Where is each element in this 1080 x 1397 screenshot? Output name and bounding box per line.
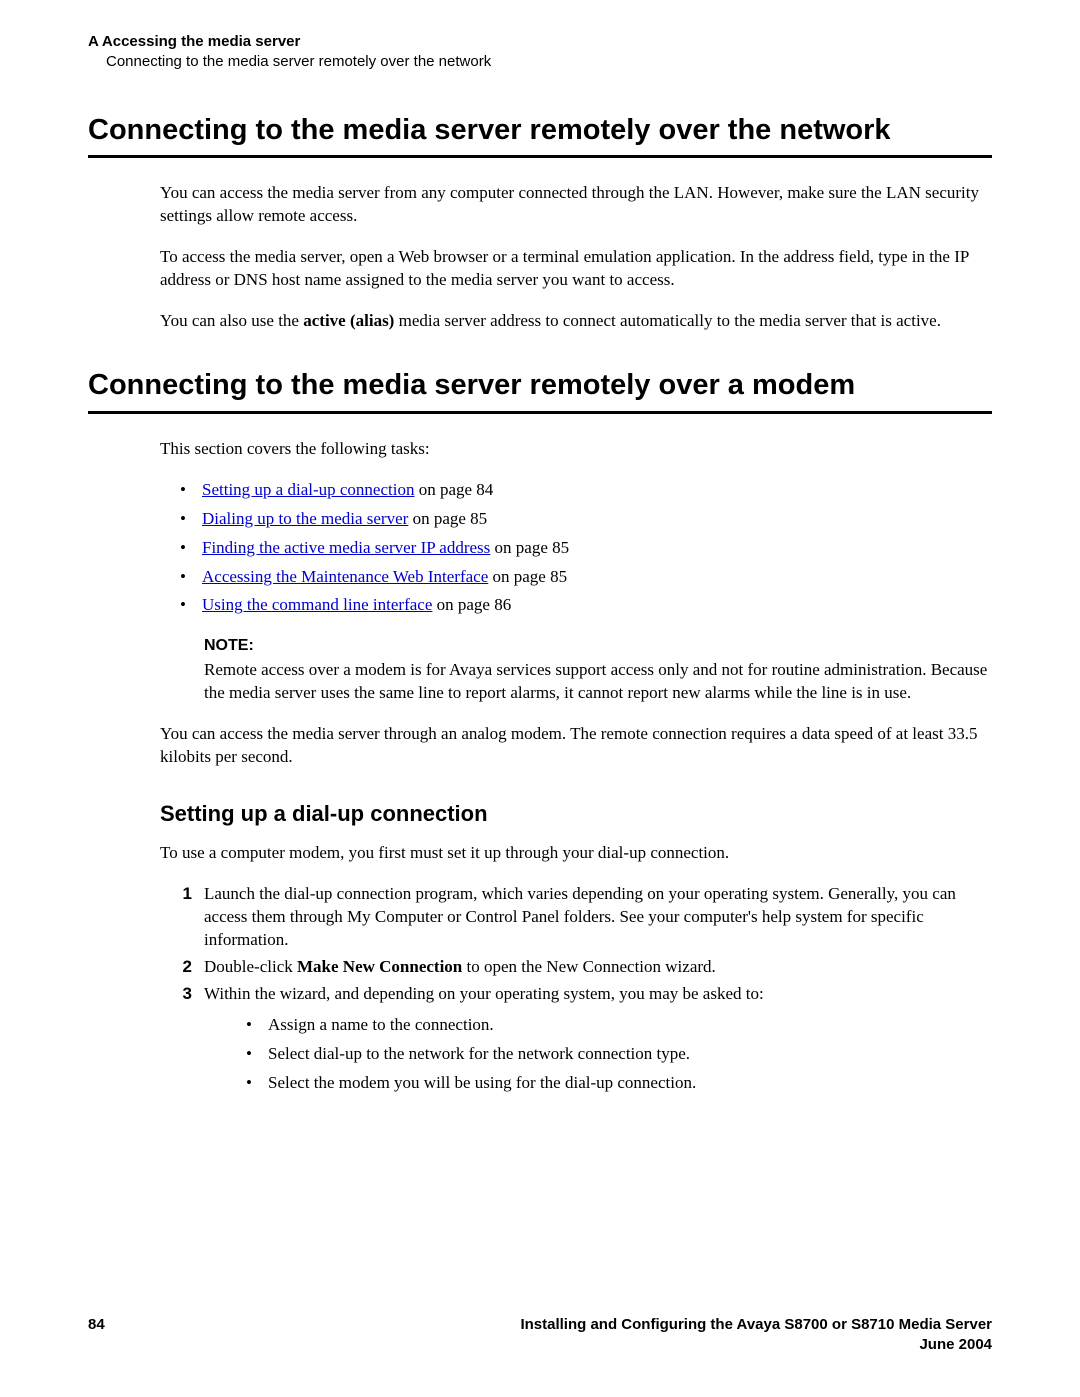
note-text: Remote access over a modem is for Avaya … <box>204 659 992 705</box>
step-number: 3 <box>160 983 204 1101</box>
footer-doc-title: Installing and Configuring the Avaya S87… <box>520 1315 992 1335</box>
list-item: Setting up a dial-up connection on page … <box>160 479 992 502</box>
section-heading-modem: Connecting to the media server remotely … <box>88 368 992 403</box>
paragraph: To use a computer modem, you first must … <box>160 842 992 865</box>
step: 2 Double-click Make New Connection to op… <box>160 956 992 979</box>
page-footer: 84 Installing and Configuring the Avaya … <box>88 1315 992 1356</box>
step-text: Within the wizard, and depending on your… <box>204 983 992 1101</box>
sub-bullet-list: Assign a name to the connection. Select … <box>204 1014 992 1095</box>
step: 3 Within the wizard, and depending on yo… <box>160 983 992 1101</box>
list-item: Select the modem you will be using for t… <box>204 1072 992 1095</box>
list-item: Using the command line interface on page… <box>160 594 992 617</box>
note-block: NOTE: Remote access over a modem is for … <box>204 635 992 704</box>
step-number: 1 <box>160 883 204 952</box>
list-item: Dialing up to the media server on page 8… <box>160 508 992 531</box>
xref-link[interactable]: Setting up a dial-up connection <box>202 480 414 499</box>
running-header: A Accessing the media server Connecting … <box>88 32 992 73</box>
page-number: 84 <box>88 1315 105 1356</box>
xref-link[interactable]: Using the command line interface <box>202 595 432 614</box>
footer-date: June 2004 <box>520 1335 992 1355</box>
section-body-modem: This section covers the following tasks:… <box>160 438 992 1101</box>
paragraph: You can access the media server from any… <box>160 182 992 228</box>
header-appendix-letter: A <box>88 33 98 50</box>
subsection-heading-dialup: Setting up a dial-up connection <box>160 799 992 829</box>
xref-link[interactable]: Dialing up to the media server <box>202 509 408 528</box>
header-chapter-title: Accessing the media server <box>102 33 300 50</box>
header-subtitle: Connecting to the media server remotely … <box>88 52 992 72</box>
list-item: Assign a name to the connection. <box>204 1014 992 1037</box>
page: A Accessing the media server Connecting … <box>0 0 1080 1397</box>
paragraph: You can access the media server through … <box>160 723 992 769</box>
note-label: NOTE: <box>204 635 992 657</box>
list-item: Finding the active media server IP addre… <box>160 537 992 560</box>
step-text: Launch the dial-up connection program, w… <box>204 883 992 952</box>
section-heading-network: Connecting to the media server remotely … <box>88 113 992 148</box>
numbered-steps: 1 Launch the dial-up connection program,… <box>160 883 992 1101</box>
xref-link[interactable]: Finding the active media server IP addre… <box>202 538 490 557</box>
step-number: 2 <box>160 956 204 979</box>
paragraph: This section covers the following tasks: <box>160 438 992 461</box>
xref-link[interactable]: Accessing the Maintenance Web Interface <box>202 567 488 586</box>
paragraph: To access the media server, open a Web b… <box>160 246 992 292</box>
step: 1 Launch the dial-up connection program,… <box>160 883 992 952</box>
paragraph: You can also use the active (alias) medi… <box>160 310 992 333</box>
list-item: Accessing the Maintenance Web Interface … <box>160 566 992 589</box>
list-item: Select dial-up to the network for the ne… <box>204 1043 992 1066</box>
step-text: Double-click Make New Connection to open… <box>204 956 992 979</box>
divider <box>88 411 992 414</box>
divider <box>88 155 992 158</box>
section-body-network: You can access the media server from any… <box>160 182 992 333</box>
task-list: Setting up a dial-up connection on page … <box>160 479 992 618</box>
